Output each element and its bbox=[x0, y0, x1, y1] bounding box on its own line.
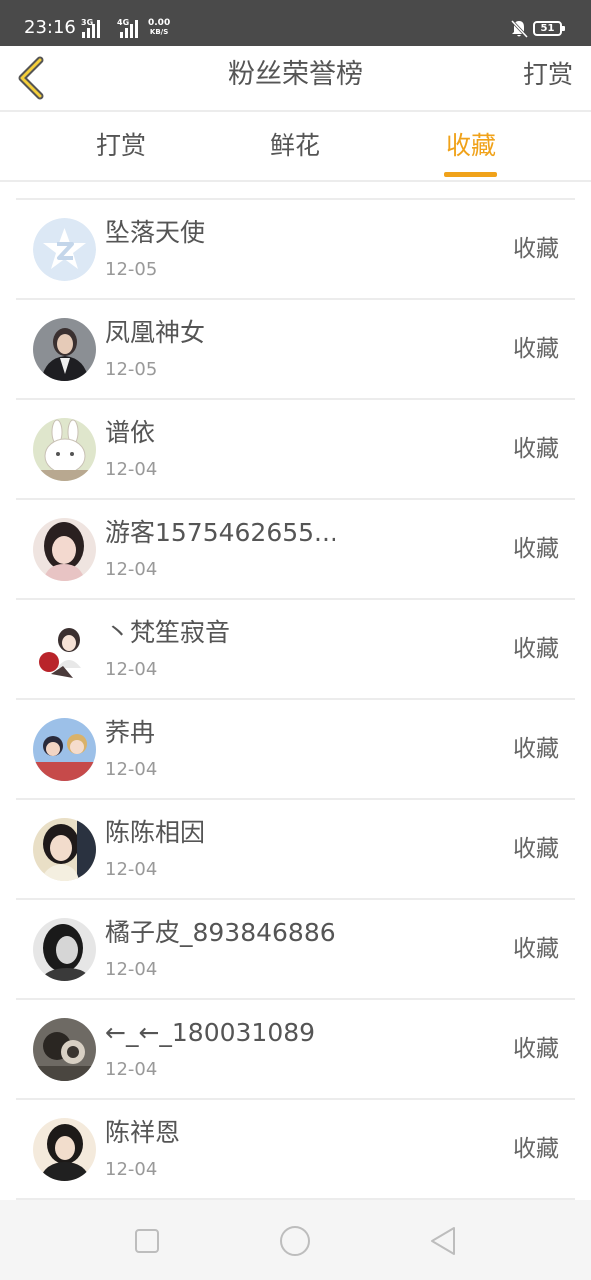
fan-date: 12-04 bbox=[105, 559, 158, 580]
user-avatar bbox=[33, 1018, 96, 1081]
fan-name: ←_←_180031089 bbox=[105, 1018, 316, 1047]
signal-icon-2 bbox=[120, 20, 142, 38]
battery-indicator: 51 bbox=[533, 21, 565, 36]
back-icon[interactable] bbox=[426, 1224, 460, 1258]
app-header: 粉丝荣誉榜 打赏 bbox=[0, 46, 591, 112]
fan-name: 游客1575462655... bbox=[105, 518, 335, 547]
fan-action: 收藏 bbox=[513, 836, 559, 862]
fan-action: 收藏 bbox=[513, 1136, 559, 1162]
network-speed-unit: KB/S bbox=[149, 28, 169, 36]
network-speed: 0.00 KB/S bbox=[148, 19, 170, 37]
user-avatar bbox=[33, 818, 96, 881]
list-top-divider bbox=[16, 182, 575, 200]
chevron-left-icon[interactable] bbox=[10, 54, 54, 102]
fan-list: 坠落天使 12-05 收藏 凤凰神女 12-05 收藏 谱依 12-04 收藏 bbox=[0, 182, 591, 1200]
fan-date: 12-05 bbox=[105, 259, 158, 280]
fan-date: 12-04 bbox=[105, 459, 158, 480]
status-time: 23:16 bbox=[24, 17, 76, 38]
fan-name: 陈祥恩 bbox=[105, 1118, 181, 1147]
fan-name: 陈陈相因 bbox=[105, 818, 206, 847]
network-speed-value: 0.00 bbox=[148, 18, 171, 28]
list-item[interactable]: ←_←_180031089 12-04 收藏 bbox=[16, 1000, 575, 1100]
home-icon[interactable] bbox=[278, 1224, 312, 1258]
fan-action: 收藏 bbox=[513, 336, 559, 362]
list-item[interactable]: 凤凰神女 12-05 收藏 bbox=[16, 300, 575, 400]
tab-favorites[interactable]: 收藏 bbox=[401, 112, 541, 180]
list-item[interactable]: 坠落天使 12-05 收藏 bbox=[16, 200, 575, 300]
fan-name: 荞冉 bbox=[105, 718, 156, 747]
fan-name: 橘子皮_893846886 bbox=[105, 918, 335, 947]
fan-name: 丶梵笙寂音 bbox=[105, 618, 231, 647]
signal-icon bbox=[82, 20, 104, 38]
list-item[interactable]: 游客1575462655... 12-04 收藏 bbox=[16, 500, 575, 600]
tab-bar: 打赏 鲜花 收藏 bbox=[0, 112, 591, 182]
fan-action: 收藏 bbox=[513, 436, 559, 462]
fan-action: 收藏 bbox=[513, 236, 559, 262]
fan-action: 收藏 bbox=[513, 536, 559, 562]
fan-date: 12-04 bbox=[105, 959, 158, 980]
status-bar: 23:16 3G 4G 0.00 KB/S 51 bbox=[0, 0, 591, 46]
reward-button[interactable]: 打赏 bbox=[523, 58, 573, 92]
list-item[interactable]: 陈祥恩 12-04 收藏 bbox=[16, 1100, 575, 1200]
recent-apps-icon[interactable] bbox=[130, 1224, 164, 1258]
fan-action: 收藏 bbox=[513, 636, 559, 662]
list-item[interactable]: 橘子皮_893846886 12-04 收藏 bbox=[16, 900, 575, 1000]
list-item[interactable]: 谱依 12-04 收藏 bbox=[16, 400, 575, 500]
user-avatar bbox=[33, 518, 96, 581]
fan-name: 谱依 bbox=[105, 418, 156, 447]
fan-name: 坠落天使 bbox=[105, 218, 206, 247]
notification-muted-icon bbox=[510, 19, 528, 39]
tab-flowers[interactable]: 鲜花 bbox=[225, 112, 365, 180]
fan-date: 12-04 bbox=[105, 759, 158, 780]
user-avatar bbox=[33, 1118, 96, 1181]
active-tab-indicator bbox=[444, 172, 497, 177]
fan-action: 收藏 bbox=[513, 736, 559, 762]
system-nav-bar bbox=[0, 1200, 591, 1280]
tab-reward[interactable]: 打赏 bbox=[51, 112, 191, 180]
fan-date: 12-04 bbox=[105, 859, 158, 880]
list-item[interactable]: 陈陈相因 12-04 收藏 bbox=[16, 800, 575, 900]
fan-action: 收藏 bbox=[513, 1036, 559, 1062]
fan-date: 12-05 bbox=[105, 359, 158, 380]
page-title: 粉丝荣誉榜 bbox=[228, 59, 363, 90]
fan-action: 收藏 bbox=[513, 936, 559, 962]
list-item[interactable]: 丶梵笙寂音 12-04 收藏 bbox=[16, 600, 575, 700]
default-avatar-icon bbox=[33, 218, 96, 281]
fan-date: 12-04 bbox=[105, 659, 158, 680]
fan-date: 12-04 bbox=[105, 1059, 158, 1080]
user-avatar bbox=[33, 918, 96, 981]
user-avatar bbox=[33, 718, 96, 781]
user-avatar bbox=[33, 318, 96, 381]
list-item[interactable]: 荞冉 12-04 收藏 bbox=[16, 700, 575, 800]
fan-name: 凤凰神女 bbox=[105, 318, 206, 347]
fan-date: 12-04 bbox=[105, 1159, 158, 1180]
user-avatar bbox=[33, 418, 96, 481]
user-avatar bbox=[33, 618, 96, 681]
